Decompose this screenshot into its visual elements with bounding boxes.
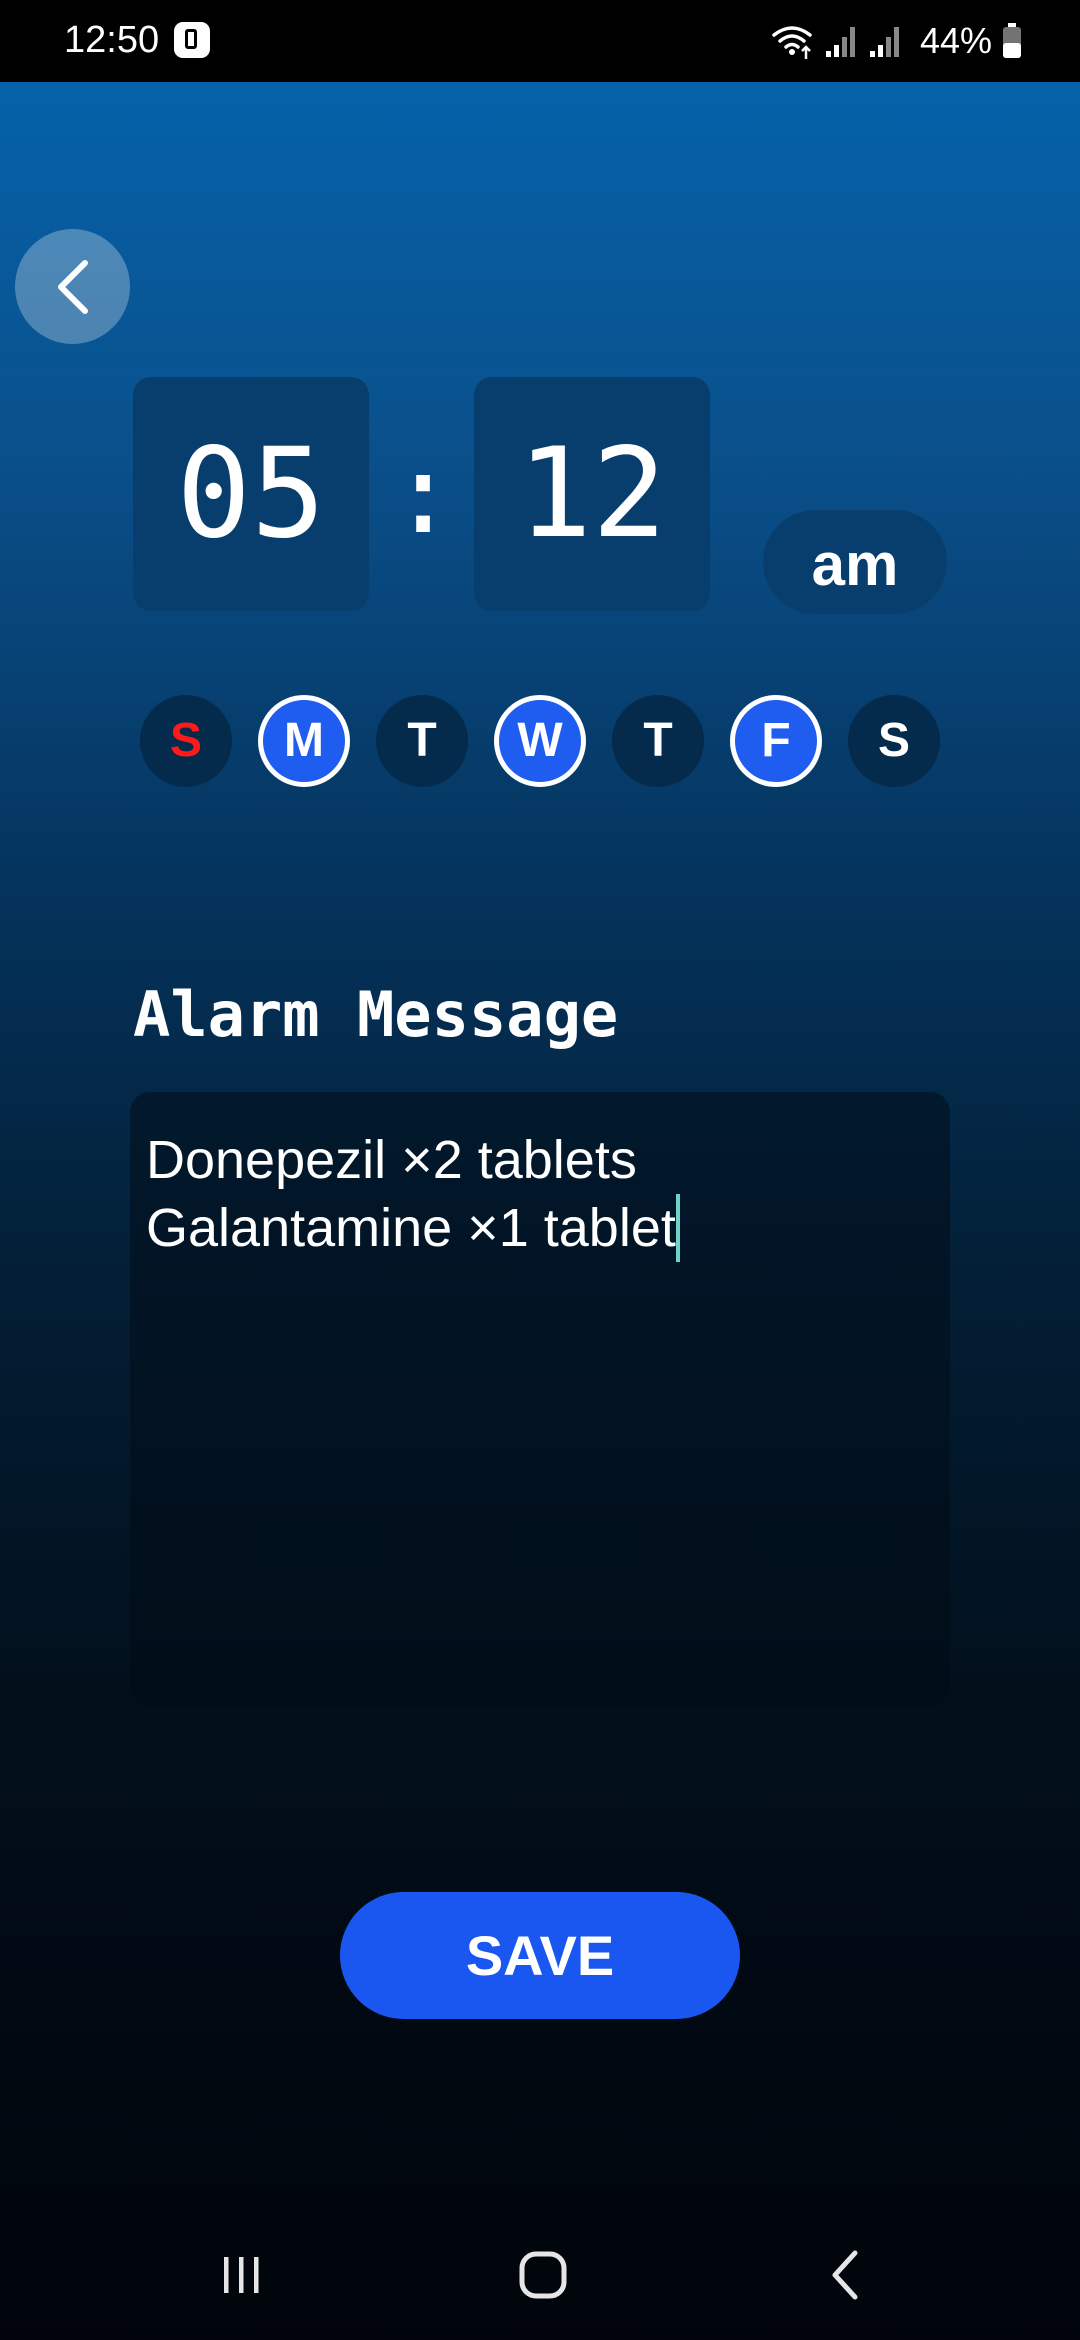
day-toggle-sunday[interactable]: S bbox=[140, 695, 232, 787]
status-bar: 12:50 44% bbox=[0, 0, 1080, 82]
nav-back-button[interactable] bbox=[805, 2240, 885, 2310]
recents-icon bbox=[224, 2257, 259, 2293]
day-toggle-saturday[interactable]: S bbox=[848, 695, 940, 787]
am-pm-toggle[interactable]: am bbox=[763, 510, 947, 614]
alarm-message-label: Alarm Message bbox=[133, 978, 619, 1051]
battery-percentage: 44% bbox=[919, 20, 992, 61]
signal-2-icon bbox=[869, 27, 899, 57]
status-indicators: 44% bbox=[770, 16, 1022, 66]
alarm-message-input[interactable]: Donepezil ×2 tablets Galantamine ×1 tabl… bbox=[130, 1092, 950, 1707]
day-toggle-tuesday[interactable]: T bbox=[376, 695, 468, 787]
save-button[interactable]: SAVE bbox=[340, 1892, 740, 2019]
back-button[interactable] bbox=[15, 229, 130, 344]
back-icon bbox=[832, 2250, 858, 2300]
hour-picker[interactable]: 05 bbox=[133, 377, 369, 611]
day-toggle-monday[interactable]: M bbox=[258, 695, 350, 787]
alarm-editor-screen: 12:50 44% 05: 12 am S M T W T F S Alarm… bbox=[0, 0, 1080, 2340]
home-icon bbox=[519, 2251, 567, 2299]
system-nav-bar bbox=[0, 2200, 1080, 2340]
battery-icon bbox=[1003, 23, 1021, 58]
day-toggle-thursday[interactable]: T bbox=[612, 695, 704, 787]
nav-home-button[interactable] bbox=[503, 2240, 583, 2310]
app-notification-icon bbox=[174, 22, 210, 58]
message-line-2: Galantamine ×1 tablet bbox=[146, 1198, 676, 1258]
day-toggle-friday[interactable]: F bbox=[730, 695, 822, 787]
signal-1-icon bbox=[825, 27, 855, 57]
message-line-1: Donepezil ×2 tablets bbox=[146, 1130, 637, 1190]
minute-picker[interactable]: 12 bbox=[474, 377, 710, 611]
nav-recents-button[interactable] bbox=[202, 2240, 282, 2310]
text-cursor bbox=[675, 1194, 680, 1262]
day-toggle-wednesday[interactable]: W bbox=[494, 695, 586, 787]
wifi-icon bbox=[772, 26, 812, 59]
status-time: 12:50 bbox=[64, 19, 160, 61]
chevron-left-icon bbox=[57, 259, 88, 314]
time-separator: : bbox=[390, 430, 457, 558]
